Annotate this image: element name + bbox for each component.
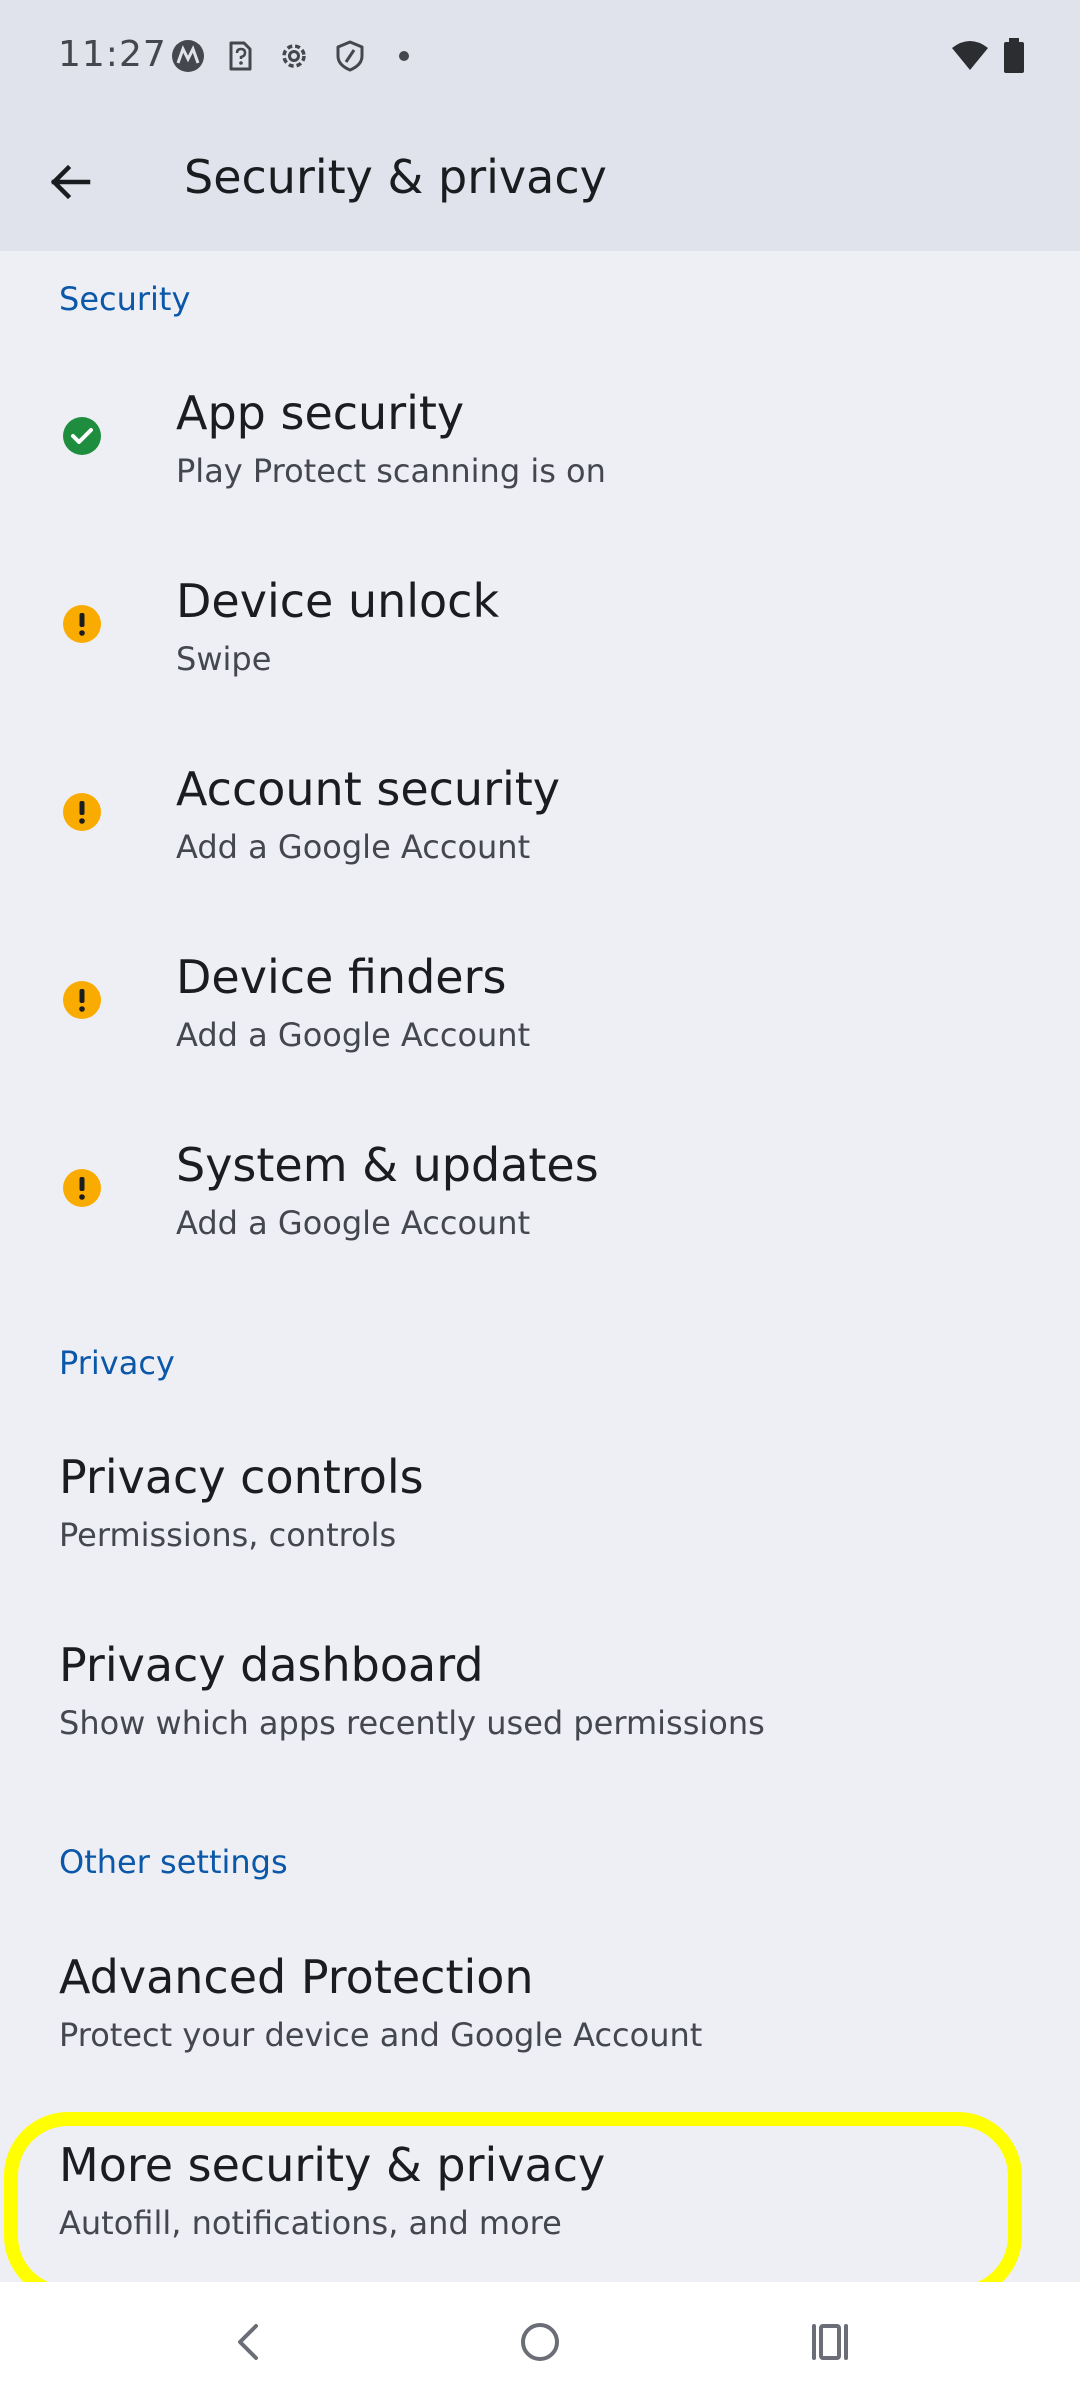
warning-icon — [63, 981, 101, 1019]
item-title: Account security — [176, 762, 561, 816]
item-subtitle: Add a Google Account — [176, 828, 531, 866]
list-item-account-security[interactable]: Account security Add a Google Account — [0, 742, 1080, 922]
item-subtitle: Play Protect scanning is on — [176, 452, 606, 490]
item-title: Device finders — [176, 950, 507, 1004]
dot-icon — [399, 51, 409, 61]
arrow-back-icon — [50, 164, 91, 200]
nav-back-button[interactable] — [208, 2302, 288, 2382]
settings-gear-icon — [282, 44, 306, 68]
item-subtitle: Permissions, controls — [59, 1516, 397, 1554]
battery-icon — [1004, 38, 1024, 73]
list-item-system-updates[interactable]: System & updates Add a Google Account — [0, 1118, 1080, 1298]
back-button[interactable] — [36, 148, 104, 216]
nav-back-icon — [238, 2324, 258, 2360]
status-bar: 11:27 — [0, 0, 1080, 114]
item-title: Device unlock — [176, 574, 500, 628]
item-title: Privacy dashboard — [59, 1638, 484, 1692]
nav-home-icon — [521, 2323, 559, 2361]
item-title: Advanced Protection — [59, 1950, 534, 2004]
wifi-icon — [952, 41, 988, 70]
check-circle-icon — [63, 417, 101, 455]
shield-icon — [336, 40, 364, 72]
section-header-security: Security — [59, 280, 191, 318]
list-item-more-security-privacy[interactable]: More security & privacy Autofill, notifi… — [0, 2118, 1080, 2278]
item-title: App security — [176, 386, 465, 440]
sim-question-icon — [229, 41, 252, 71]
item-subtitle: Protect your device and Google Account — [59, 2016, 703, 2054]
motorola-icon — [172, 40, 204, 72]
item-title: Privacy controls — [59, 1450, 424, 1504]
navigation-bar — [0, 2282, 1080, 2400]
item-subtitle: Autofill, notifications, and more — [59, 2204, 562, 2242]
item-subtitle: Swipe — [176, 640, 272, 678]
item-subtitle: Show which apps recently used permission… — [59, 1704, 765, 1742]
list-item-device-unlock[interactable]: Device unlock Swipe — [0, 554, 1080, 734]
item-title: More security & privacy — [59, 2138, 606, 2192]
status-time: 11:27 — [58, 34, 167, 75]
warning-icon — [63, 605, 101, 643]
nav-home-button[interactable] — [500, 2302, 580, 2382]
page-title: Security & privacy — [184, 150, 607, 204]
warning-icon — [63, 1169, 101, 1207]
nav-recents-button[interactable] — [790, 2302, 870, 2382]
nav-recents-icon — [812, 2324, 848, 2360]
list-item-privacy-controls[interactable]: Privacy controls Permissions, controls — [0, 1430, 1080, 1610]
section-header-privacy: Privacy — [59, 1344, 175, 1382]
item-subtitle: Add a Google Account — [176, 1016, 531, 1054]
app-bar: Security & privacy — [0, 114, 1080, 251]
list-item-privacy-dashboard[interactable]: Privacy dashboard Show which apps recent… — [0, 1618, 1080, 1798]
list-item-device-finders[interactable]: Device finders Add a Google Account — [0, 930, 1080, 1110]
warning-icon — [63, 793, 101, 831]
item-title: System & updates — [176, 1138, 599, 1192]
item-subtitle: Add a Google Account — [176, 1204, 531, 1242]
list-item-app-security[interactable]: App security Play Protect scanning is on — [0, 366, 1080, 546]
section-header-other-settings: Other settings — [59, 1843, 288, 1881]
list-item-advanced-protection[interactable]: Advanced Protection Protect your device … — [0, 1930, 1080, 2110]
